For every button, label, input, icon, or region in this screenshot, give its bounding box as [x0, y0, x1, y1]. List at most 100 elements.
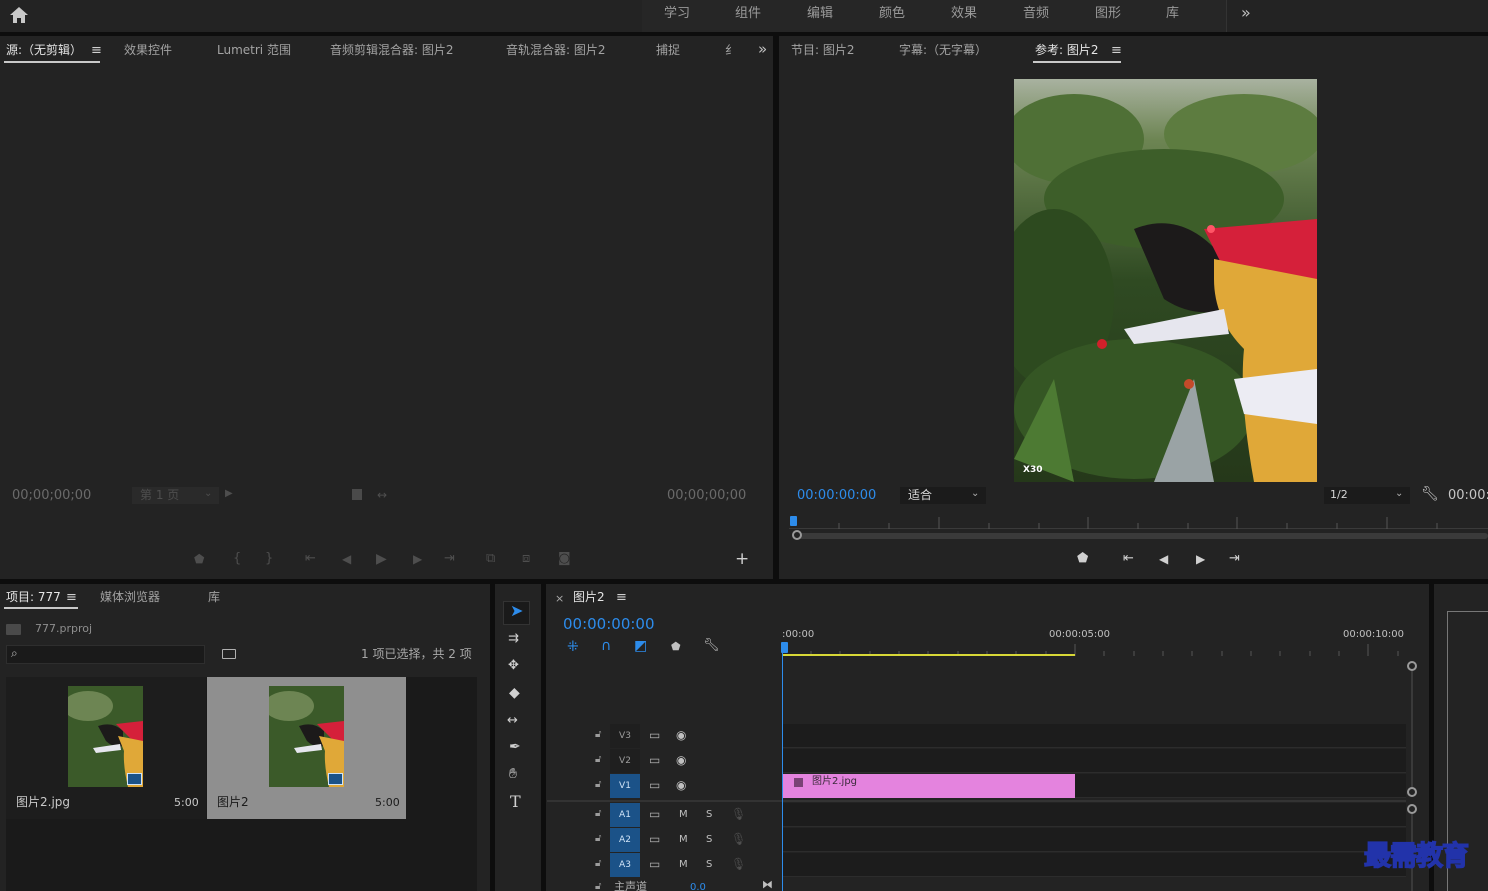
workspace-tab-effects[interactable]: 效果: [951, 7, 977, 20]
wrench-icon[interactable]: 🔧︎: [1421, 487, 1439, 501]
track-target-a1[interactable]: A1: [610, 803, 640, 827]
workspace-tab-color[interactable]: 颜色: [879, 7, 905, 20]
hand-tool-icon[interactable]: ✋︎: [509, 767, 517, 781]
work-area-bar[interactable]: [782, 654, 1075, 656]
mute-button[interactable]: M: [679, 860, 688, 870]
lock-icon[interactable]: 🔓︎: [595, 834, 601, 844]
video-scroll-handle-bottom[interactable]: [1407, 787, 1417, 797]
export-frame-icon[interactable]: [352, 489, 362, 500]
microphone-icon[interactable]: 🎙︎: [731, 833, 746, 845]
sync-lock-icon[interactable]: ▭: [649, 833, 660, 845]
slip-tool-icon[interactable]: ↔: [507, 714, 518, 727]
eye-icon[interactable]: ◉: [676, 729, 686, 741]
tab-capture[interactable]: 捕捉: [656, 44, 680, 56]
type-tool-icon[interactable]: T: [510, 794, 521, 810]
track-lane-v3[interactable]: [782, 724, 1406, 748]
tab-source[interactable]: 源:（无剪辑）: [6, 44, 82, 56]
tab-libraries[interactable]: 库: [208, 591, 220, 603]
sync-lock-icon[interactable]: ▭: [649, 808, 660, 820]
mute-button[interactable]: M: [679, 835, 688, 845]
program-timecode[interactable]: 00:00:00:00: [797, 489, 876, 502]
overwrite-icon[interactable]: ⧈: [522, 552, 530, 565]
tab-captions[interactable]: 字幕:（无字幕）: [899, 44, 987, 56]
tab-reference[interactable]: 参考: 图片2: [1035, 44, 1099, 56]
lock-icon[interactable]: 🔓︎: [595, 859, 601, 869]
add-marker-icon[interactable]: ⬟: [1077, 552, 1088, 565]
source-timecode-right[interactable]: 00;00;00;00: [667, 489, 746, 502]
lock-icon[interactable]: 🔓︎: [595, 882, 601, 891]
eye-icon[interactable]: ◉: [676, 779, 686, 791]
tab-project[interactable]: 项目: 777: [6, 591, 61, 603]
linked-selection-icon[interactable]: ◩: [634, 639, 647, 653]
workspace-tab-audio[interactable]: 音频: [1023, 7, 1049, 20]
timeline-playhead-marker[interactable]: [781, 642, 788, 653]
lock-icon[interactable]: 🔓︎: [595, 755, 601, 765]
go-to-in-icon[interactable]: ⇤: [1123, 552, 1134, 565]
go-to-out-icon[interactable]: ⇥: [1229, 552, 1240, 565]
track-lane-a3[interactable]: [782, 853, 1406, 877]
program-time-ruler[interactable]: [789, 517, 1488, 529]
workspace-tab-graphics[interactable]: 图形: [1095, 7, 1121, 20]
play-icon[interactable]: ▶: [376, 552, 387, 566]
sync-lock-icon[interactable]: ▭: [649, 779, 660, 791]
tab-effect-controls[interactable]: 效果控件: [124, 44, 172, 56]
mark-in-icon[interactable]: {: [233, 552, 241, 565]
timeline-timecode[interactable]: 00:00:00:00: [563, 617, 655, 632]
sequence-tab-menu-icon[interactable]: ≡: [616, 591, 627, 604]
step-forward-icon[interactable]: ▶: [1196, 553, 1205, 565]
project-search-input[interactable]: [6, 645, 205, 664]
nest-toggle-icon[interactable]: ⁜: [567, 640, 579, 654]
workspace-tab-libraries[interactable]: 库: [1166, 7, 1179, 20]
workspace-tab-assembly[interactable]: 组件: [735, 7, 761, 20]
tab-media-browser[interactable]: 媒体浏览器: [100, 591, 160, 603]
zoom-handle[interactable]: [792, 530, 802, 540]
add-marker-icon[interactable]: ⬟: [671, 641, 681, 652]
program-zoom-bar[interactable]: [797, 533, 1488, 539]
sync-lock-icon[interactable]: ▭: [649, 858, 660, 870]
pen-tool-icon[interactable]: ✒: [509, 740, 521, 754]
tab-project-menu-icon[interactable]: ≡: [66, 591, 77, 604]
workspace-more-button[interactable]: »: [1241, 5, 1251, 21]
sync-lock-icon[interactable]: ▭: [649, 729, 660, 741]
workspace-tab-learn[interactable]: 学习: [664, 7, 690, 20]
camera-icon[interactable]: ◙: [558, 552, 571, 565]
home-button[interactable]: [8, 5, 30, 25]
razor-tool-icon[interactable]: ◆: [509, 686, 520, 700]
solo-button[interactable]: S: [706, 810, 712, 820]
master-volume-value[interactable]: 0.0: [690, 883, 706, 891]
tab-audio-track-mixer[interactable]: 音轨混合器: 图片2: [506, 44, 606, 56]
track-target-a3[interactable]: A3: [610, 853, 640, 877]
tab-reference-menu-icon[interactable]: ≡: [1111, 44, 1122, 57]
program-playhead[interactable]: [790, 516, 797, 526]
track-target-a2[interactable]: A2: [610, 828, 640, 852]
source-timecode-left[interactable]: 00;00;00;00: [12, 489, 91, 502]
program-duration[interactable]: 00:00:: [1448, 489, 1488, 502]
workspace-tab-editing[interactable]: 编辑: [807, 7, 833, 20]
step-back-icon[interactable]: ◀: [342, 553, 351, 565]
step-back-icon[interactable]: ◀: [1159, 553, 1168, 565]
solo-button[interactable]: S: [706, 860, 712, 870]
mute-button[interactable]: M: [679, 810, 688, 820]
track-lane-v2[interactable]: [782, 749, 1406, 773]
close-sequence-button[interactable]: ×: [555, 593, 564, 604]
insert-icon[interactable]: ⧉: [486, 552, 495, 565]
audio-scroll-handle-top[interactable]: [1407, 804, 1417, 814]
solo-button[interactable]: S: [706, 835, 712, 845]
mark-out-icon[interactable]: }: [265, 552, 273, 565]
new-bin-from-search-icon[interactable]: [222, 649, 236, 659]
microphone-icon[interactable]: 🎙︎: [731, 808, 746, 820]
add-button[interactable]: +: [735, 551, 749, 568]
tab-lumetri-scopes[interactable]: Lumetri 范围: [217, 44, 291, 56]
tab-audio-clip-mixer[interactable]: 音频剪辑混合器: 图片2: [330, 44, 454, 56]
ripple-edit-tool-icon[interactable]: ✥: [508, 659, 519, 672]
microphone-icon[interactable]: 🎙︎: [731, 858, 746, 870]
play-page-icon[interactable]: ▶: [225, 489, 233, 499]
sync-lock-icon[interactable]: ▭: [649, 754, 660, 766]
sequence-tab[interactable]: 图片2: [573, 591, 605, 603]
lock-icon[interactable]: 🔓︎: [595, 809, 601, 819]
lock-icon[interactable]: 🔓︎: [595, 730, 601, 740]
stretch-icon[interactable]: ↔: [377, 489, 387, 501]
track-lane-a1[interactable]: [782, 803, 1406, 827]
timeline-settings-wrench-icon[interactable]: 🔧︎: [703, 639, 720, 652]
track-lane-a2[interactable]: [782, 828, 1406, 852]
